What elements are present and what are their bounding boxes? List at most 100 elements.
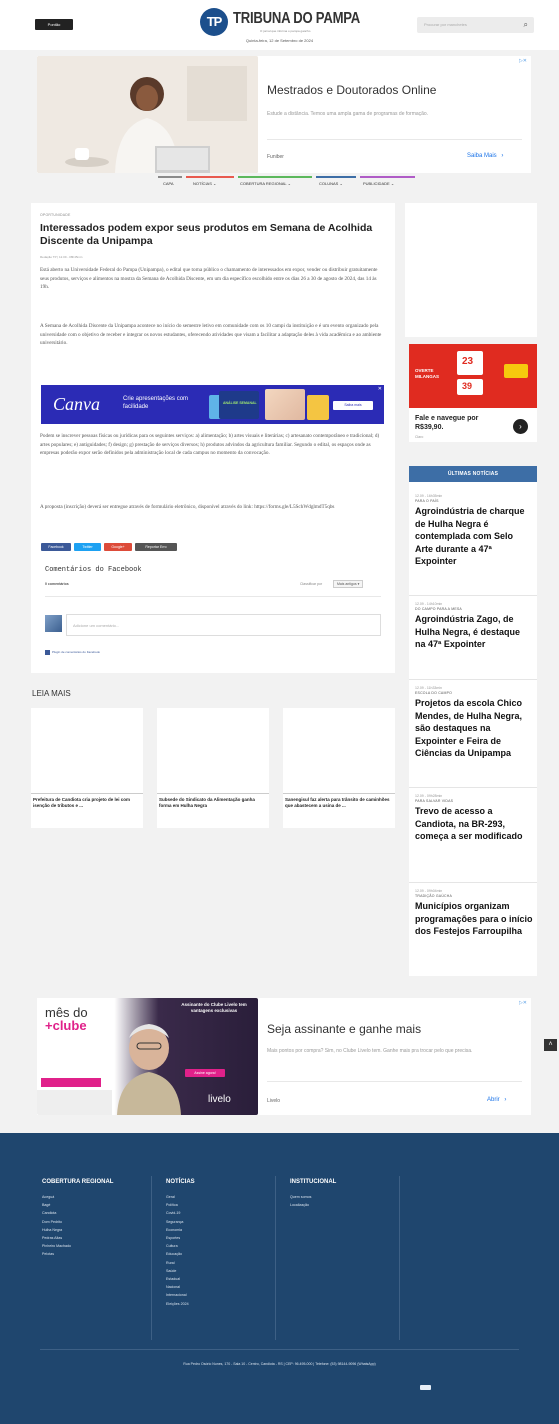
footer-link[interactable]: Estadual [166,1275,189,1283]
claro-yellow-tag [504,364,528,378]
news-time: 12.09 - 16h35min [415,494,443,498]
footer-link[interactable]: Pelotas [42,1250,71,1258]
footer-link[interactable]: Economia [166,1226,189,1234]
nav-cobertura-regional[interactable]: COBERTURA REGIONAL ⌄ [240,181,291,188]
chevron-right-icon: › [501,153,504,159]
bottom-ad[interactable]: mês do +clube Assinante do Clube Livelo … [37,998,531,1115]
footer-link[interactable]: Bagé [42,1201,71,1209]
ad-cta-button[interactable]: Abrir › [487,1097,506,1103]
nav-publicidade[interactable]: PUBLICIDADE ⌄ [363,181,394,188]
facebook-plugin-link[interactable]: Plugin de comentários do Facebook [52,650,100,654]
footer-link[interactable]: Política [166,1201,189,1209]
side-ad-caption[interactable]: Fale e navegue por R$39,90. [415,414,490,432]
article-kicker: OPORTUNIDADE [40,213,71,217]
arrow-up-icon[interactable]: ˄ [544,1039,557,1051]
footer-link[interactable]: Eleições 2024 [166,1300,189,1308]
top-ad[interactable]: ▷✕ Mestrados e Doutorados Online Estude … [37,56,531,173]
footer-link[interactable]: Quem somos [290,1193,311,1201]
chevron-down-icon: ⌄ [287,181,291,186]
footer-link[interactable]: Pedras Altas [42,1234,71,1242]
footer-link[interactable]: Geral [166,1193,189,1201]
footer-heading-noticias: NOTÍCIAS [166,1179,195,1185]
canva-ad[interactable]: Canva Crie apresentações com facilidade … [41,385,384,424]
nav-colunas[interactable]: COLUNAS ⌄ [319,181,343,188]
search-input[interactable]: Procurar por manchetes ⌕ [417,17,534,33]
footer-address: Rua Pedro Osório Nunes, 170 - Sala 10 - … [183,1362,376,1366]
nav-noticias[interactable]: NOTÍCIAS ⌄ [193,181,216,188]
footer-link[interactable]: Nacional [166,1283,189,1291]
nav-cobertura-label: COBERTURA REGIONAL [240,181,287,186]
news-title: Agroindústria de charque de Hulha Negra … [415,506,525,566]
side-ad-arrow-button[interactable]: › [513,419,528,434]
news-time: 12.09 - 09h04min [415,889,443,893]
footer-link[interactable]: Internacional [166,1291,189,1299]
site-logo[interactable]: TP TRIBUNA DO PAMPA O jornal que informa… [200,8,365,36]
footer-link[interactable]: Cultura [166,1242,189,1250]
related-article[interactable]: Sanengisul faz alerta para trânsito de c… [283,708,395,828]
share-label: Facebook [48,545,64,549]
footer-links-institucional: Quem somos Localização [290,1193,311,1209]
news-category: PARA O PAÍS [415,499,439,503]
news-time: 12.09 - 11h33min [415,686,442,690]
comment-input[interactable]: Adicione um comentário... [66,614,381,636]
footer-link[interactable]: Saúde [166,1267,189,1275]
footer-link[interactable]: Dom Pedrito [42,1218,71,1226]
footer-link[interactable]: Aceguá [42,1193,71,1201]
footer-link[interactable]: Educação [166,1250,189,1258]
footer-link[interactable]: Candiota [42,1209,71,1217]
sidebar-ad[interactable]: OVERTE MILANGAS 23 39 Fale e navegue por… [409,344,537,442]
report-error-button[interactable]: Reportar Erro [135,543,177,551]
nav-color-bar-5 [360,176,415,178]
claro-price-box-2: 39 [457,379,483,395]
latest-news-heading: ÚLTIMAS NOTÍCIAS [409,466,537,482]
site-footer [0,1133,559,1424]
latest-news-item[interactable]: 12.09 - 11h33min ESCOLA DO CAMPO Projeto… [415,686,533,760]
footer-link[interactable]: Pinheiro Machado [42,1242,71,1250]
news-divider [409,787,537,788]
ad-title[interactable]: Seja assinante e ganhe mais [267,1022,421,1036]
ad-choices-icon[interactable]: ✕ [378,386,382,392]
news-category: DO CAMPO PARA A MESA [415,607,462,611]
canva-tile-photo [265,389,305,420]
ad-title[interactable]: Mestrados e Doutorados Online [267,83,436,97]
footer-link[interactable]: Rural [166,1259,189,1267]
related-article[interactable]: Prefeitura de Candiota cria projeto de l… [31,708,143,828]
canva-tiles: ANÁLISE SEMANAL [209,389,329,420]
nav-capa[interactable]: CAPA [163,181,174,188]
related-article[interactable]: Subsede do Sindicato da Alimentação ganh… [157,708,269,828]
latest-news-item[interactable]: 12.09 - 16h35min PARA O PAÍS Agroindústr… [415,494,533,568]
ad-photo-person [37,56,258,173]
latest-news-item[interactable]: 12.09 - 09h28min PARA SALVAR VIDAS Trevo… [415,794,533,843]
footer-links-cobertura: Aceguá Bagé Candiota Dom Pedrito Hulha N… [42,1193,71,1259]
side-ad-brand: Claro [415,435,424,439]
ad-cta-button[interactable]: Saiba Mais › [467,153,503,159]
ad-divider [267,139,522,140]
chevron-right-icon: › [504,1097,507,1103]
footer-link[interactable]: Segurança [166,1218,189,1226]
footer-link[interactable]: Esportes [166,1234,189,1242]
search-icon[interactable]: ⌕ [524,20,528,30]
nav-color-bar-2 [186,176,234,178]
latest-news-item[interactable]: 12.09 - 09h04min TRADIÇÃO GAÚCHA Municíp… [415,889,533,938]
sidebar-ad-slot [405,203,537,337]
claro-price-2: 39 [462,381,473,391]
canva-text: Crie apresentações com facilidade [123,396,189,410]
share-google-button[interactable]: Google+ [104,543,132,551]
latest-news-item[interactable]: 12.09 - 14h10min DO CAMPO PARA A MESA Ag… [415,602,533,651]
ad-choices-icon[interactable]: ▷✕ [519,58,527,64]
ad-choices-icon[interactable]: ▷✕ [519,1000,527,1006]
footer-link[interactable]: Localização [290,1201,311,1209]
footer-link[interactable]: Hulha Negra [42,1226,71,1234]
pontoon-button[interactable]: Pontão [35,19,73,30]
canva-tile-dark: ANÁLISE SEMANAL [219,391,259,419]
ad-cta-label: Saiba Mais [467,153,497,159]
canva-cta-button[interactable]: Saiba mais [333,401,373,410]
article-paragraph: A Semana de Acolhida Discente da Unipamp… [40,323,382,346]
search-placeholder: Procurar por manchetes [424,22,467,27]
main-nav: CAPA NOTÍCIAS ⌄ COBERTURA REGIONAL ⌄ COL… [0,176,559,193]
share-twitter-button[interactable]: Twitter [74,543,101,551]
sort-select[interactable]: Mais antigos ▾ [333,580,364,588]
footer-link[interactable]: Covid-19 [166,1209,189,1217]
share-facebook-button[interactable]: Facebook [41,543,71,551]
site-header: Pontão TP TRIBUNA DO PAMPA O jornal que … [0,0,559,50]
